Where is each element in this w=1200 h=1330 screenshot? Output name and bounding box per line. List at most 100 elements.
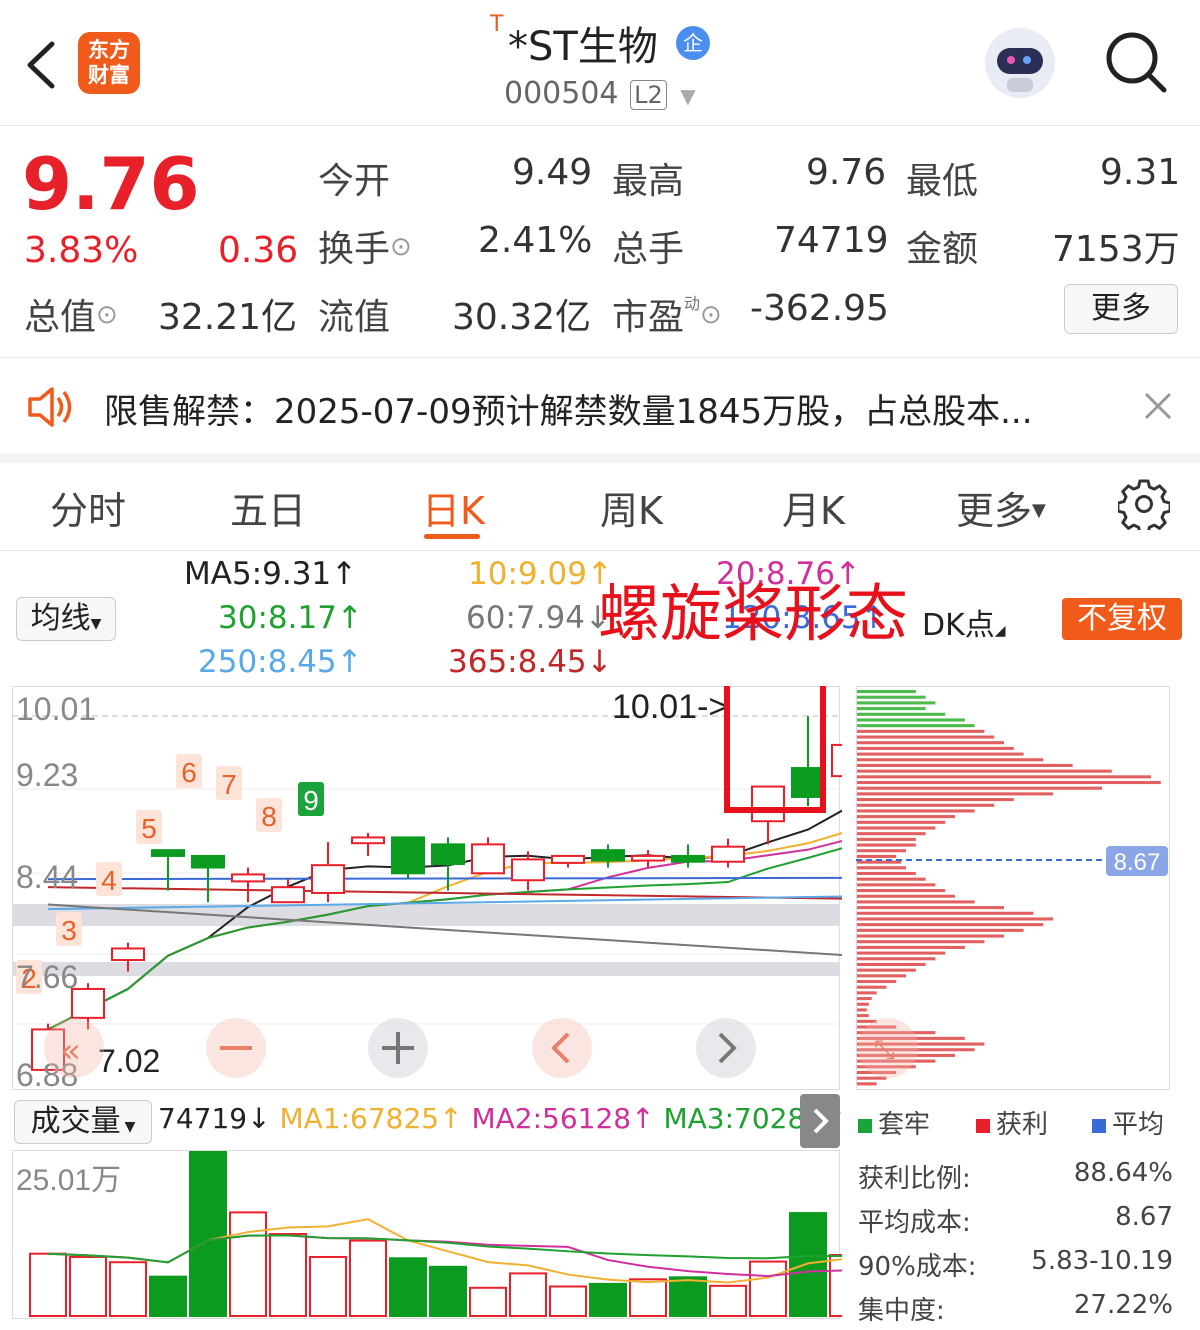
sequence-number: 9 xyxy=(303,785,319,816)
close-icon[interactable] xyxy=(1144,392,1172,420)
volume-bar xyxy=(589,1282,627,1317)
period-tabs: 分时 五日 日K 周K 月K 更多▼ xyxy=(0,462,1200,551)
pattern-annotation: 螺旋桨形态 xyxy=(598,577,909,650)
chip-bar xyxy=(857,695,926,699)
ma60-legend: 60:7.94↓ xyxy=(466,600,611,636)
chip-bar xyxy=(857,701,936,705)
volume-indicator-selector[interactable]: 成交量 ▼ xyxy=(14,1100,152,1144)
chip-bar xyxy=(857,780,1161,785)
turnover-label[interactable]: 换手⊙ xyxy=(318,220,412,272)
chip-bar xyxy=(857,889,946,893)
chip-bar xyxy=(857,968,916,972)
market-cap-label[interactable]: 总值⊙ xyxy=(24,288,118,340)
chip-bar xyxy=(857,707,926,711)
chip-bar xyxy=(857,866,906,870)
chip-bar xyxy=(857,985,887,989)
concentration-row: 集中度: 27.22% xyxy=(858,1290,1173,1326)
volume-bar xyxy=(269,1233,307,1317)
dropdown-caret-icon: ▼ xyxy=(1032,500,1046,521)
candle-body xyxy=(271,886,305,904)
ma30-legend: 30:8.17↑ xyxy=(218,600,363,636)
chip-bar xyxy=(857,940,985,944)
chip-bar xyxy=(857,923,1044,927)
low-value: 9.31 xyxy=(1100,152,1181,193)
dropdown-caret-icon: ▼ xyxy=(680,84,696,108)
tab-more[interactable]: 更多▼ xyxy=(956,480,1046,535)
price-label: 9.23 xyxy=(16,757,78,793)
chip-bar xyxy=(857,724,975,728)
volume-bar xyxy=(629,1278,667,1317)
chip-bar xyxy=(857,752,1024,756)
dropdown-caret-icon: ◢ xyxy=(994,623,1006,639)
back-arrow-icon[interactable] xyxy=(22,40,58,90)
tab-five-day[interactable]: 五日 xyxy=(230,480,306,535)
legend-profit: 获利 xyxy=(976,1104,1048,1141)
tab-weekly-k[interactable]: 周K xyxy=(600,480,663,535)
enterprise-badge: 企 xyxy=(676,26,710,60)
chip-bar xyxy=(857,997,872,1001)
double-left-icon: « xyxy=(60,1031,81,1071)
ma-selector[interactable]: 均线▼ xyxy=(16,597,116,641)
amount-label: 金额 xyxy=(906,229,979,270)
stock-code: 000504 xyxy=(504,76,619,111)
candle-body xyxy=(631,854,665,862)
volume-bar xyxy=(429,1265,467,1317)
candle-body xyxy=(591,849,625,862)
scroll-right-button[interactable] xyxy=(696,1018,756,1078)
volume-ma1: MA1:67825↑ xyxy=(279,1102,463,1135)
candle-body xyxy=(311,864,345,894)
volume-bar xyxy=(509,1272,547,1318)
candle-body xyxy=(151,849,185,857)
active-tab-indicator xyxy=(424,534,480,539)
expand-panel-button[interactable] xyxy=(800,1094,840,1148)
volume-bar xyxy=(709,1284,747,1317)
chip-bar xyxy=(857,843,916,847)
legend-average: 平均 xyxy=(1092,1104,1164,1141)
tab-monthly-k[interactable]: 月K xyxy=(782,480,845,535)
dk-point-selector[interactable]: DK点◢ xyxy=(922,600,1006,644)
candle-body xyxy=(671,854,705,863)
volume-value: 74719 xyxy=(774,220,889,261)
no-adjust-button[interactable]: 不复权 xyxy=(1062,598,1182,640)
search-icon[interactable] xyxy=(1104,30,1170,96)
scroll-left-button[interactable] xyxy=(532,1018,592,1078)
low-marker: 7.02 xyxy=(98,1043,160,1079)
chip-bar xyxy=(857,951,946,955)
settings-gear-icon[interactable] xyxy=(1118,478,1170,530)
volume-current: 74719↓ xyxy=(158,1102,271,1135)
chevron-right-icon xyxy=(813,1108,829,1134)
volume-legend: 74719↓ MA1:67825↑ MA2:56128↑ MA3:70287↑ xyxy=(158,1102,847,1135)
kline-chart[interactable]: 23456 789 10.01 9.23 8.44 7.66 6.88 10.01… xyxy=(12,686,842,1092)
chip-bar xyxy=(857,741,1004,745)
chip-bar xyxy=(857,911,1034,915)
price-label: 8.44 xyxy=(16,859,78,895)
pe-label[interactable]: 市盈动⊙ xyxy=(612,288,722,340)
volume-chart[interactable]: 25.01万 xyxy=(12,1150,842,1320)
chip-bar xyxy=(857,1082,877,1086)
tab-intraday[interactable]: 分时 xyxy=(50,480,126,535)
more-stats-button[interactable]: 更多 xyxy=(1064,284,1178,334)
turnover-value: 2.41% xyxy=(478,220,593,261)
float-cap-label: 流值 xyxy=(318,297,391,338)
volume-bar xyxy=(189,1151,227,1317)
volume-bar xyxy=(389,1257,427,1317)
chip-bar xyxy=(857,775,1151,779)
speaker-icon xyxy=(28,387,72,427)
chip-bar xyxy=(857,934,1004,938)
candle-body xyxy=(551,854,585,864)
chip-bar xyxy=(857,815,955,819)
tab-daily-k[interactable]: 日K xyxy=(422,480,485,535)
chip-bar xyxy=(857,763,1073,767)
chip-bar xyxy=(857,957,936,961)
stock-code-row[interactable]: 000504 L2 ▼ xyxy=(504,76,696,111)
volume-bar xyxy=(109,1261,147,1317)
volume-bar xyxy=(29,1252,67,1317)
notice-bar[interactable]: 限售解禁：2025-07-09预计解禁数量1845万股，占总股本... xyxy=(0,357,1200,463)
robot-assistant-icon[interactable] xyxy=(985,28,1055,98)
chip-distribution-chart[interactable]: 8.67 ⤡ xyxy=(856,686,1172,1092)
chip-bar xyxy=(857,729,985,733)
volume-bar xyxy=(349,1239,387,1317)
candle-body xyxy=(471,843,505,875)
candle-body xyxy=(111,947,145,962)
sequence-number: 5 xyxy=(141,813,157,844)
